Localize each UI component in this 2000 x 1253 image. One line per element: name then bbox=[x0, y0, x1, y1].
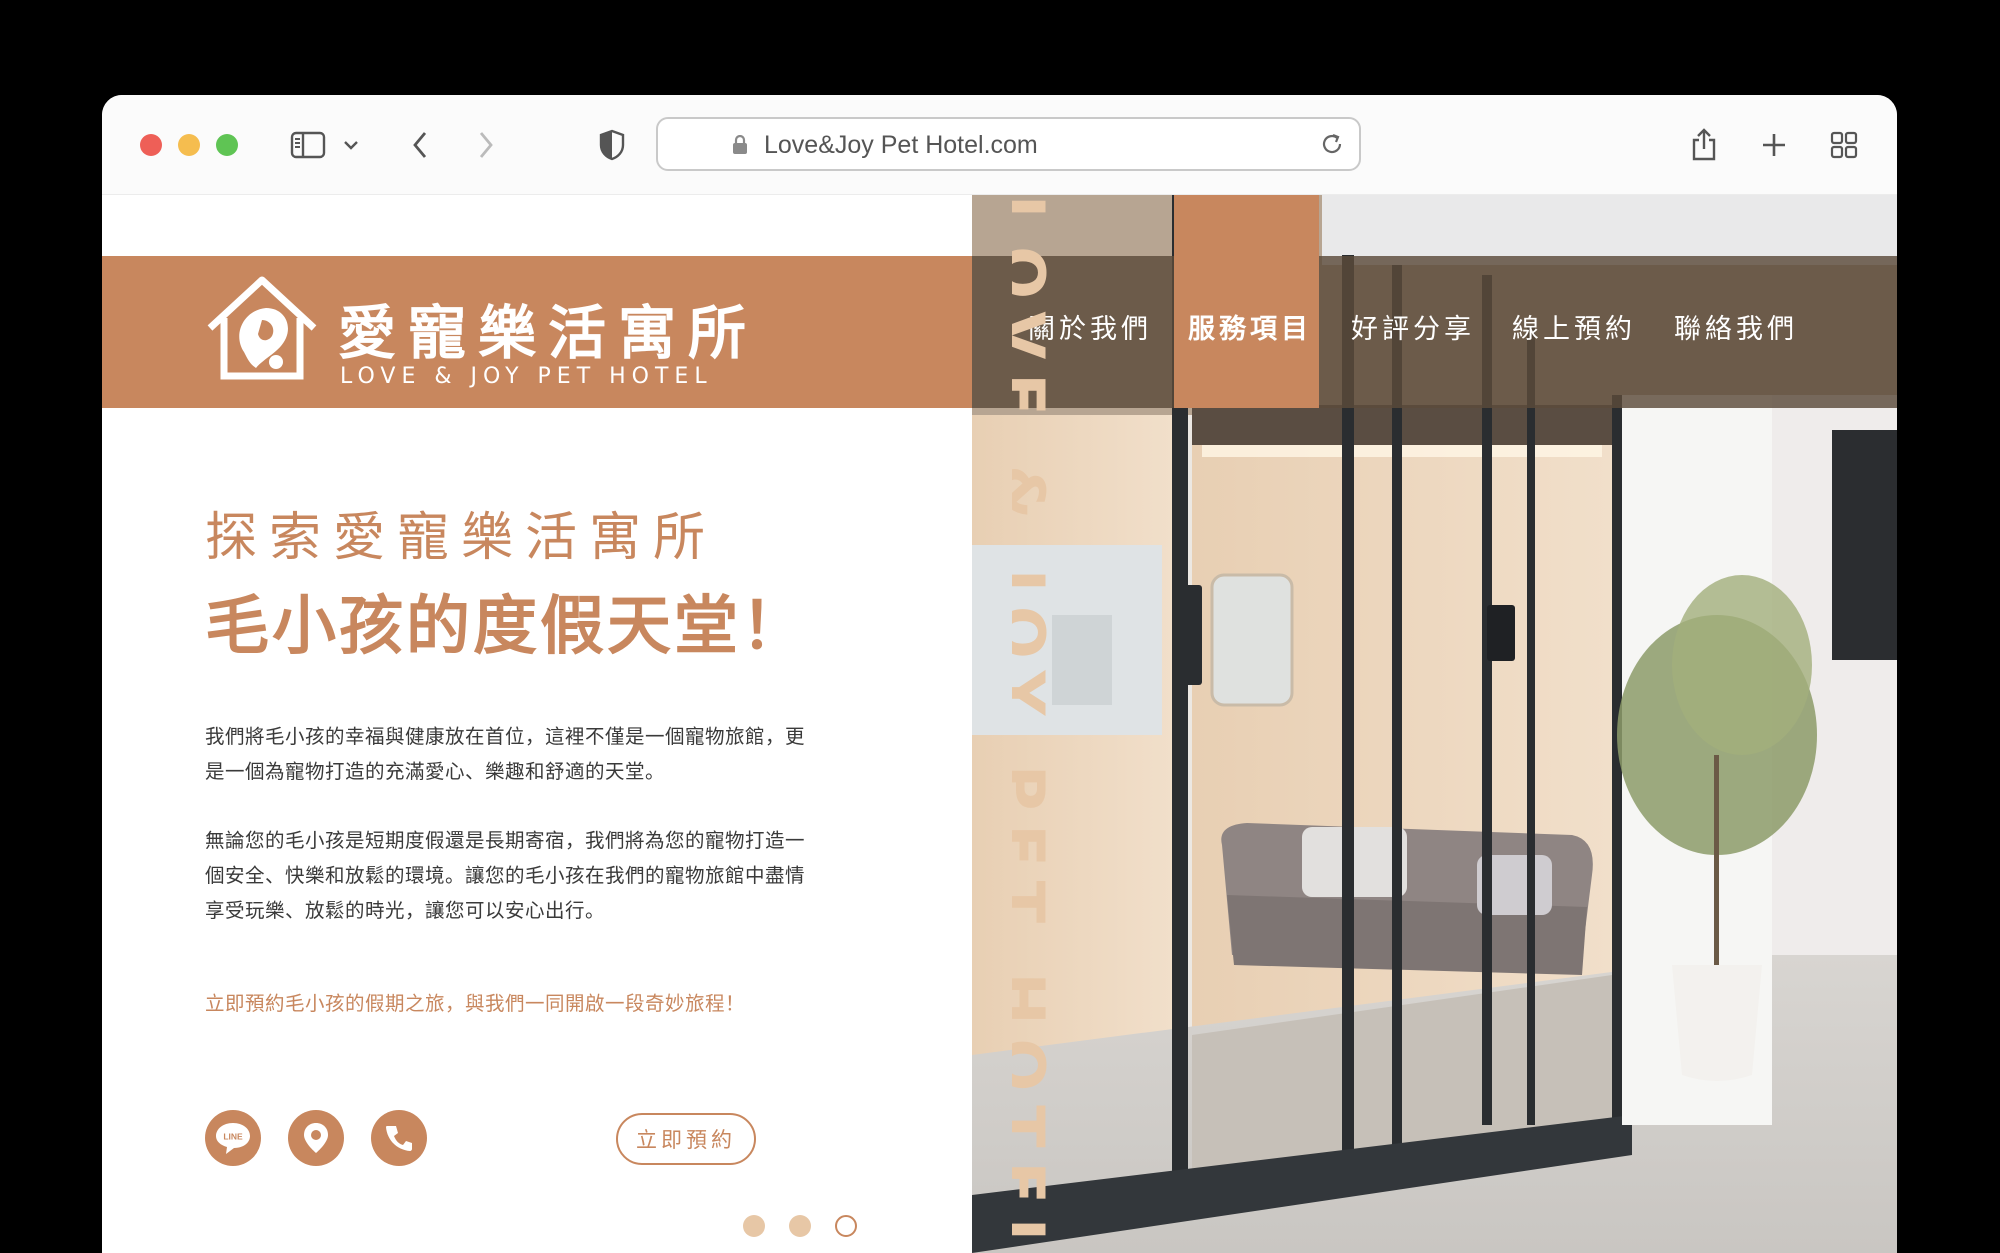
hero-paragraph-2: 無論您的毛小孩是短期度假還是長期寄宿，我們將為您的寵物打造一個安全、快樂和放鬆的… bbox=[205, 829, 806, 922]
logo-chinese-name: 愛寵樂活寓所 bbox=[338, 299, 759, 367]
new-tab-icon[interactable] bbox=[1752, 123, 1796, 167]
carousel-dot-2[interactable] bbox=[789, 1215, 811, 1237]
share-icon[interactable] bbox=[1682, 123, 1726, 167]
back-button-icon[interactable] bbox=[398, 123, 442, 167]
hero-subtitle: 探索愛寵樂活寓所 bbox=[205, 508, 718, 568]
minimize-window-button[interactable] bbox=[178, 134, 200, 156]
svg-text:LINE: LINE bbox=[223, 1132, 243, 1142]
web-page: 關於我們 服務項目 好評分享 線上預約 聯絡我們 愛寵樂活寓所 LOVE & J… bbox=[102, 195, 1897, 1253]
zoom-window-button[interactable] bbox=[216, 134, 238, 156]
nav-active-highlight bbox=[1174, 195, 1319, 408]
carousel-dot-3[interactable] bbox=[835, 1215, 857, 1237]
nav-item-services[interactable]: 服務項目 bbox=[1188, 307, 1312, 346]
hero-title: 毛小孩的度假天堂！ bbox=[205, 590, 808, 664]
lock-icon bbox=[732, 134, 748, 159]
carousel-dot-1[interactable] bbox=[743, 1215, 765, 1237]
book-now-button[interactable]: 立即預約 bbox=[616, 1113, 756, 1165]
nav-item-booking[interactable]: 線上預約 bbox=[1512, 307, 1636, 346]
nav-item-reviews[interactable]: 好評分享 bbox=[1351, 307, 1475, 346]
chevron-down-icon[interactable] bbox=[336, 123, 366, 167]
nav-item-contact[interactable]: 聯絡我們 bbox=[1674, 307, 1798, 346]
close-window-button[interactable] bbox=[140, 134, 162, 156]
browser-toolbar: Love&Joy Pet Hotel.com bbox=[102, 95, 1897, 195]
hero-paragraph-1: 我們將毛小孩的幸福與健康放在首位，這裡不僅是一個寵物旅館，更是一個為寵物打造的充… bbox=[205, 725, 806, 783]
line-icon[interactable]: LINE bbox=[205, 1110, 261, 1166]
privacy-shield-icon[interactable] bbox=[590, 123, 634, 167]
logo-house-icon[interactable] bbox=[204, 272, 320, 388]
browser-window: Love&Joy Pet Hotel.com 關於我們 服務項目 好評分享 線上… bbox=[102, 95, 1897, 1253]
phone-icon[interactable] bbox=[371, 1110, 427, 1166]
map-pin-icon[interactable] bbox=[288, 1110, 344, 1166]
tab-overview-icon[interactable] bbox=[1822, 123, 1866, 167]
forward-button-icon[interactable] bbox=[464, 123, 508, 167]
url-text: Love&Joy Pet Hotel.com bbox=[764, 131, 1038, 159]
logo-english-name: LOVE & JOY PET HOTEL bbox=[340, 364, 713, 389]
logo-band: 愛寵樂活寓所 LOVE & JOY PET HOTEL bbox=[102, 256, 972, 408]
reload-icon[interactable] bbox=[1319, 131, 1345, 161]
vertical-brand-text: LOVE & JOY PET HOTEL bbox=[1012, 195, 1058, 1253]
address-bar[interactable]: Love&Joy Pet Hotel.com bbox=[656, 117, 1361, 171]
cta-text: 立即預約毛小孩的假期之旅，與我們一同開啟一段奇妙旅程！ bbox=[205, 992, 746, 1015]
sidebar-toggle-icon[interactable] bbox=[286, 123, 330, 167]
